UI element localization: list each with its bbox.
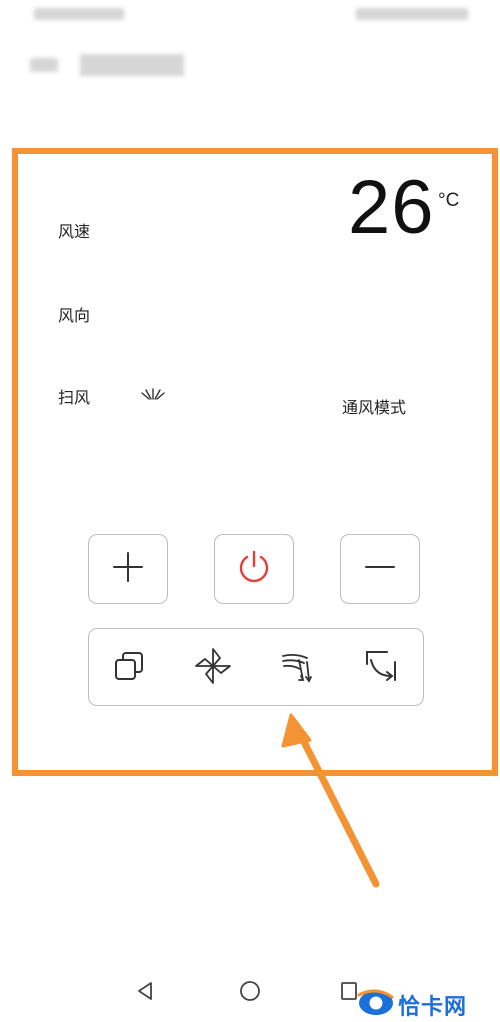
watermark-text: 恰卡网 [398,995,468,1020]
watermark: 恰卡网 [354,988,468,1022]
home-button[interactable] [235,978,265,1008]
watermark-logo-icon [354,988,394,1022]
back-icon [134,980,156,1006]
back-button[interactable] [130,978,160,1008]
home-icon [238,979,262,1007]
pointer-arrow [281,713,380,888]
